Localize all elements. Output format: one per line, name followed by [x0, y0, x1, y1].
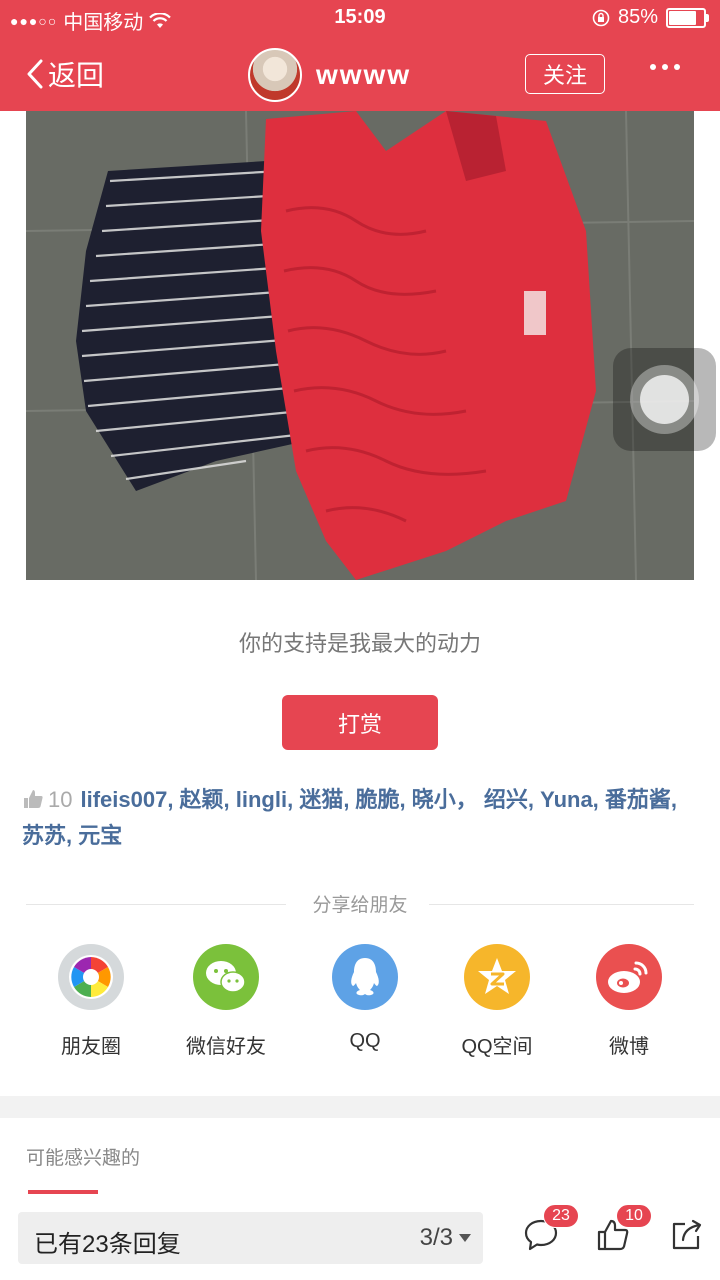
qq-icon[interactable]: [332, 944, 398, 1010]
thumbs-up-icon[interactable]: [22, 788, 44, 810]
page-indicator: 3/3: [419, 1224, 453, 1251]
status-bar: ●●●○○ 中国移动 15:09 85%: [0, 0, 720, 36]
avatar[interactable]: [248, 48, 302, 102]
assistive-dot: [640, 375, 689, 424]
share-title: 分享给朋友: [312, 895, 408, 916]
like-button[interactable]: 10: [596, 1204, 652, 1257]
qzone-icon[interactable]: [464, 944, 530, 1010]
share-header: 分享给朋友: [26, 890, 694, 920]
back-label: 返回: [48, 60, 105, 91]
related-title: 可能感兴趣的: [26, 1148, 141, 1169]
orientation-lock-icon: [592, 9, 610, 26]
section-divider: [0, 1096, 720, 1118]
bottom-bar: 已有23条回复 3/3 23 10: [0, 1196, 720, 1280]
comment-badge: 23: [543, 1204, 579, 1228]
related-tab-indicator: [28, 1190, 98, 1194]
back-button[interactable]: 返回: [26, 54, 104, 94]
comment-button[interactable]: 23: [523, 1204, 579, 1257]
share-moments[interactable]: 朋友圈: [31, 944, 151, 1059]
share-qzone[interactable]: QQ空间: [437, 944, 557, 1059]
share-qq-label: QQ: [349, 1030, 381, 1052]
author-info[interactable]: wwww: [248, 48, 411, 102]
share-moments-label: 朋友圈: [61, 1036, 121, 1058]
wechat-icon[interactable]: [193, 944, 259, 1010]
reply-count-text: 已有23条回复: [34, 1231, 181, 1258]
reply-box[interactable]: 已有23条回复 3/3: [18, 1212, 483, 1264]
page-selector[interactable]: 3/3: [420, 1224, 471, 1252]
nav-bar: 返回 wwww 关注: [0, 36, 720, 111]
share-qzone-label: QQ空间: [461, 1036, 533, 1058]
share-icon: [672, 1219, 702, 1250]
likes-count: 10: [48, 787, 73, 812]
status-right: 85%: [592, 6, 709, 29]
clothing-photo: [26, 111, 694, 580]
support-text: 你的支持是我最大的动力: [238, 631, 481, 656]
moments-icon[interactable]: [58, 944, 124, 1010]
like-badge: 10: [616, 1204, 652, 1228]
caret-down-icon: [459, 1234, 471, 1242]
battery-icon: [666, 7, 709, 28]
battery-fill: [669, 10, 697, 25]
weibo-icon[interactable]: [596, 944, 662, 1010]
reward-button[interactable]: 打赏: [282, 695, 438, 750]
share-wechat[interactable]: 微信好友: [166, 944, 286, 1059]
share-weibo[interactable]: 微博: [569, 944, 689, 1059]
battery-percent: 85%: [617, 6, 658, 28]
share-button[interactable]: [670, 1218, 704, 1257]
likers-list[interactable]: lifeis007, 赵颖, lingli, 迷猫, 脆脆, 晓小， 绍兴, Y…: [22, 787, 677, 848]
share-wechat-label: 微信好友: [186, 1036, 266, 1058]
share-weibo-label: 微博: [609, 1036, 649, 1058]
assistive-touch-button[interactable]: [613, 348, 716, 451]
top-bar: ●●●○○ 中国移动 15:09 85% 返回 wwww 关注: [0, 0, 720, 111]
share-qq[interactable]: QQ: [305, 944, 425, 1053]
more-icon[interactable]: [650, 64, 680, 70]
follow-button[interactable]: 关注: [525, 54, 605, 94]
chevron-left-icon: [27, 59, 43, 89]
post-photo[interactable]: [26, 111, 694, 580]
author-name[interactable]: wwww: [316, 59, 411, 91]
likes-row: 10 lifeis007, 赵颖, lingli, 迷猫, 脆脆, 晓小， 绍兴,…: [22, 782, 702, 854]
